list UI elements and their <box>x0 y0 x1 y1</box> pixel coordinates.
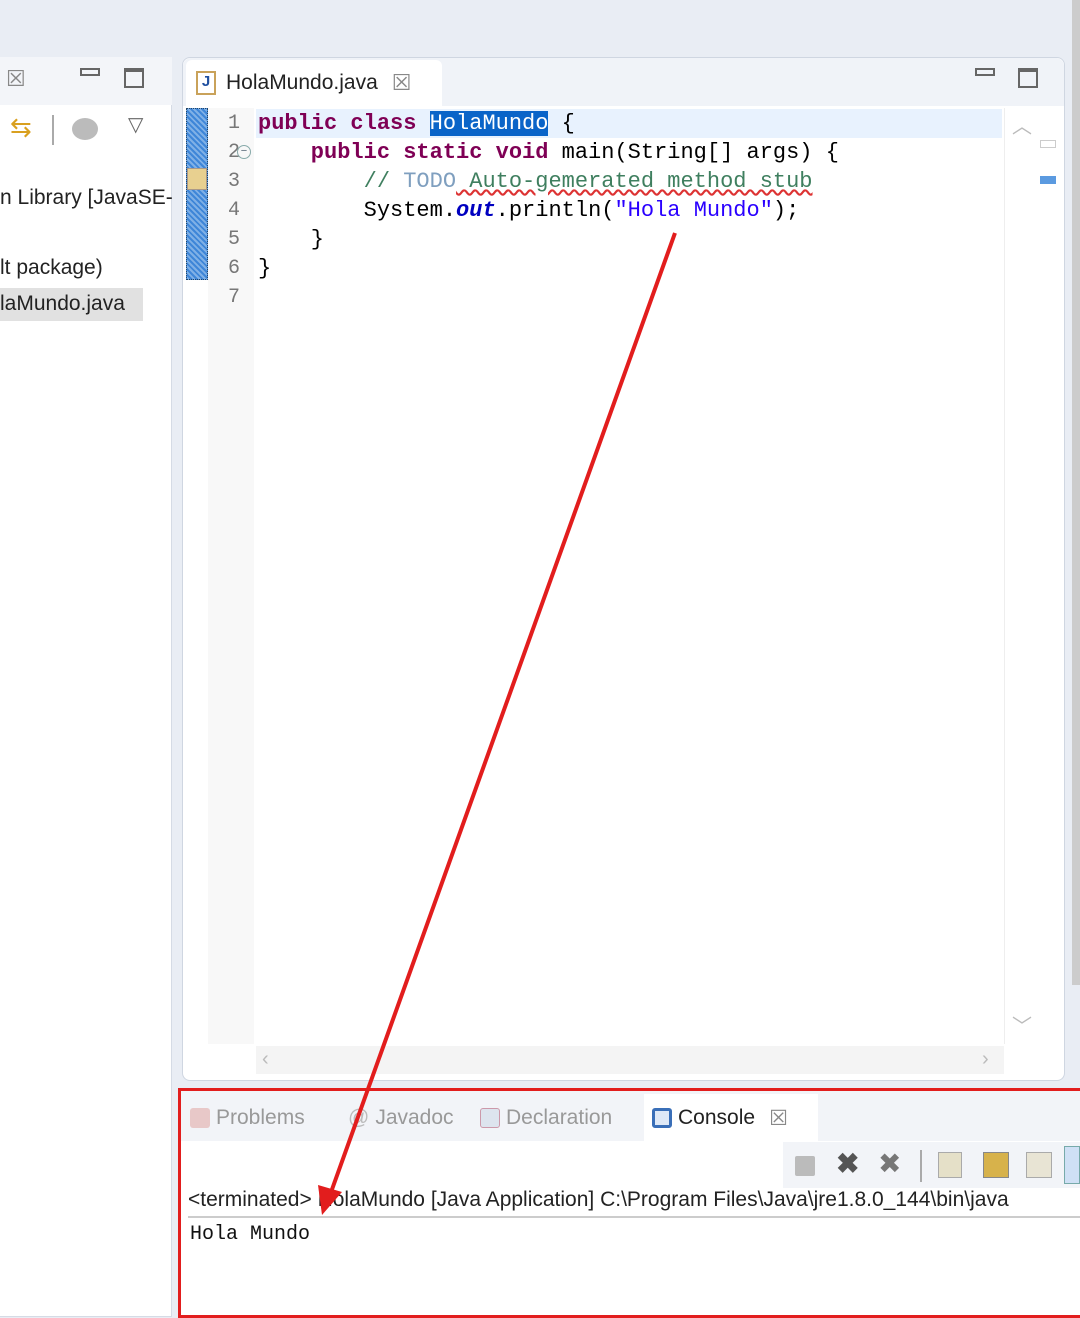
arrow-line <box>328 232 677 1196</box>
annotation-arrow <box>318 232 677 1215</box>
arrow-head <box>318 1185 342 1215</box>
